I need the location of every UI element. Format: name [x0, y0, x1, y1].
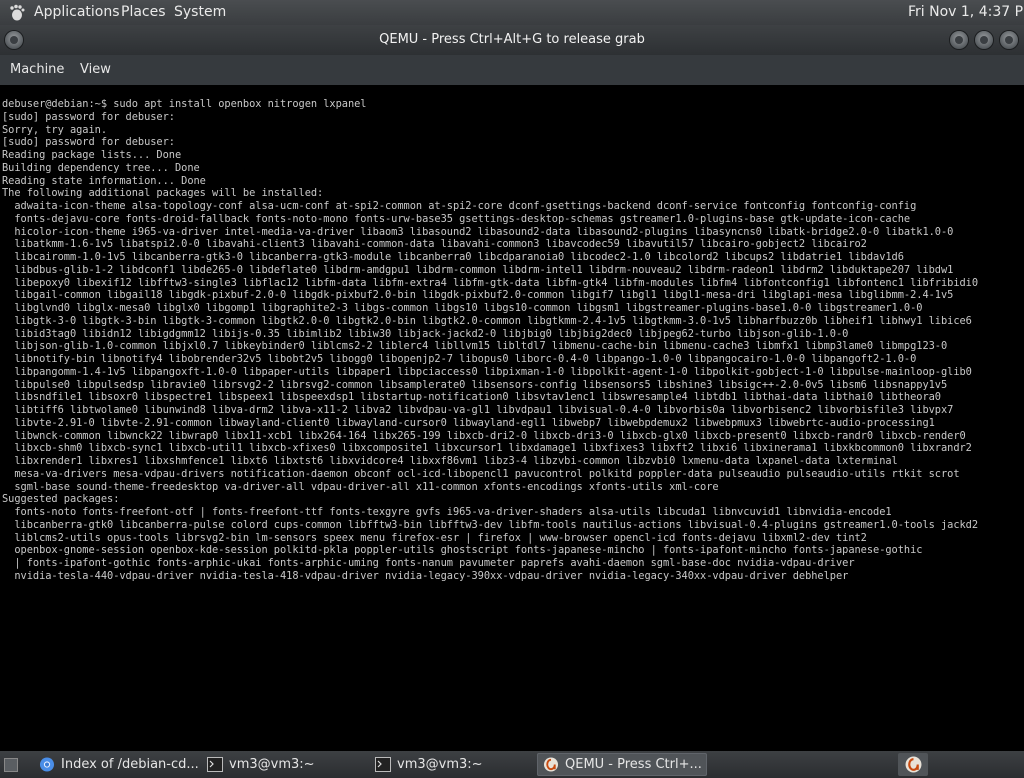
console-line: libxrender1 libxres1 libxshmfence1 libxt…	[2, 455, 898, 467]
console-line: mesa-va-drivers mesa-vdpau-drivers notif…	[2, 467, 960, 480]
console-line: libatkmm-1.6-1v5 libatspi2.0-0 libavahi-…	[2, 238, 867, 251]
maximize-button[interactable]	[975, 31, 993, 49]
terminal-icon	[207, 757, 223, 772]
console-line: libnotify-bin libnotify4 libobrender32v5…	[2, 353, 917, 365]
places-menu[interactable]: Places	[121, 4, 166, 20]
task-terminal-1[interactable]: vm3@vm3:~	[201, 753, 366, 776]
console-line: nvidia-tesla-440-vdpau-driver nvidia-tes…	[2, 569, 849, 582]
console-line: [sudo] password for debuser:	[2, 136, 175, 149]
console-line: libvte-2.91-0 libvte-2.91-common libwayl…	[2, 416, 935, 429]
console-line: libglvnd0 libglx-mesa0 libglx0 libgomp1 …	[2, 302, 923, 314]
console-line: Sorry, try again.	[2, 123, 108, 136]
console-line: libid3tag0 libidn12 libigdgmm12 libijs-0…	[2, 327, 849, 340]
show-desktop-icon[interactable]	[4, 758, 18, 772]
console-line: libgail-common libgail18 libgdk-pixbuf-2…	[2, 289, 954, 302]
console-output: debuser@debian:~$ sudo apt install openb…	[0, 85, 1024, 583]
console-line: libdbus-glib-1-2 libdconf1 libde265-0 li…	[2, 263, 954, 276]
console-line: libgtk-3-0 libgtk-3-bin libgtk-3-common …	[2, 314, 972, 327]
console-line: sgml-base sound-theme-freedesktop va-dri…	[2, 480, 719, 493]
qemu-icon	[543, 757, 559, 772]
console-line: fonts-noto fonts-freefont-otf | fonts-fr…	[2, 506, 892, 518]
console-line: The following additional packages will b…	[2, 187, 324, 200]
window-title: QEMU - Press Ctrl+Alt+G to release grab	[379, 32, 645, 47]
task-label: QEMU - Press Ctrl+...	[565, 757, 702, 772]
console-line: Suggested packages:	[2, 493, 120, 506]
applications-menu[interactable]: Applications	[34, 4, 120, 20]
task-label: Index of /debian-cd...	[61, 757, 198, 772]
console-line: openbox-gnome-session openbox-kde-sessio…	[2, 544, 923, 557]
minimize-button[interactable]	[950, 31, 968, 49]
console-line: libcairomm-1.0-1v5 libcanberra-gtk3-0 li…	[2, 251, 904, 263]
console-line: libtiff6 libtwolame0 libunwind8 libva-dr…	[2, 404, 954, 416]
window-titlebar[interactable]: QEMU - Press Ctrl+Alt+G to release grab	[0, 25, 1024, 55]
console-line: adwaita-icon-theme alsa-topology-conf al…	[2, 200, 917, 212]
gnome-foot-icon[interactable]	[8, 4, 25, 21]
chromium-icon	[39, 757, 55, 772]
console-line: | fonts-ipafont-gothic fonts-arphic-ukai…	[2, 557, 855, 569]
task-terminal-2[interactable]: vm3@vm3:~	[369, 753, 534, 776]
console-line: fonts-dejavu-core fonts-droid-fallback f…	[2, 212, 911, 225]
console-line: libjson-glib-1.0-common libjxl0.7 libkey…	[2, 340, 948, 353]
console-line: debuser@debian:~$ sudo apt install openb…	[2, 98, 367, 110]
vm-console[interactable]: debuser@debian:~$ sudo apt install openb…	[0, 85, 1024, 751]
menu-view[interactable]: View	[80, 62, 111, 77]
console-line: Reading state information... Done	[2, 174, 206, 187]
close-button[interactable]	[1000, 31, 1018, 49]
qemu-menubar: Machine View	[0, 55, 1024, 85]
console-line: Building dependency tree... Done	[2, 161, 200, 174]
menu-machine[interactable]: Machine	[10, 62, 64, 77]
console-line: libxcb-shm0 libxcb-sync1 libxcb-util1 li…	[2, 442, 972, 455]
task-label: vm3@vm3:~	[397, 757, 483, 772]
clock[interactable]: Fri Nov 1, 4:37 PM	[908, 4, 1024, 20]
console-line: liblcms2-utils opus-tools librsvg2-bin l…	[2, 531, 867, 544]
console-line: libsndfile1 libsoxr0 libspectre1 libspee…	[2, 391, 941, 404]
console-line: libepoxy0 libexif12 libfftw3-single3 lib…	[2, 276, 979, 289]
console-line: hicolor-icon-theme i965-va-driver intel-…	[2, 225, 954, 238]
console-line: libpulse0 libpulsedsp libravie0 librsvg2…	[2, 378, 948, 391]
task-label: vm3@vm3:~	[229, 757, 315, 772]
console-line: Reading package lists... Done	[2, 149, 182, 161]
top-panel: Applications Places System Fri Nov 1, 4:…	[0, 0, 1024, 25]
terminal-icon	[375, 757, 391, 772]
bottom-taskbar: Index of /debian-cd... vm3@vm3:~ vm3@vm3…	[0, 751, 1024, 778]
task-browser[interactable]: Index of /debian-cd...	[33, 753, 198, 776]
console-line: [sudo] password for debuser:	[2, 110, 175, 123]
qemu-icon	[905, 756, 922, 773]
task-qemu[interactable]: QEMU - Press Ctrl+...	[537, 753, 707, 776]
console-line: libcanberra-gtk0 libcanberra-pulse color…	[2, 518, 979, 531]
system-menu[interactable]: System	[174, 4, 226, 20]
console-line: libwnck-common libwnck22 libwrap0 libx11…	[2, 429, 966, 442]
tray-qemu[interactable]	[898, 753, 928, 776]
console-line: libpangomm-1.4-1v5 libpangoxft-1.0-0 lib…	[2, 365, 972, 378]
